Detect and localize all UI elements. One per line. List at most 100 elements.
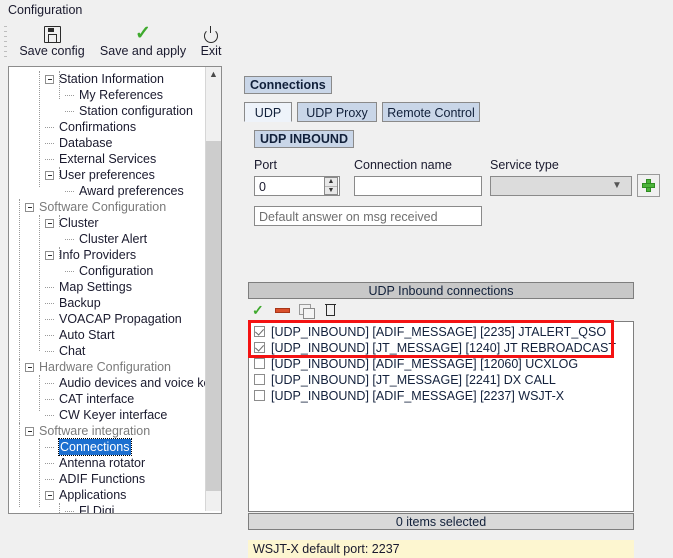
default-answer-input[interactable]: Default answer on msg received — [254, 206, 482, 226]
tree-branch-line — [65, 239, 74, 241]
add-connection-button[interactable] — [637, 174, 660, 197]
tree-scrollbar[interactable]: ▲ — [205, 67, 221, 511]
list-item-checkbox[interactable] — [254, 358, 265, 369]
power-icon — [193, 24, 229, 44]
connection-name-label: Connection name — [354, 158, 452, 172]
tree-branch-line — [65, 191, 74, 193]
tree-scrollbar-thumb[interactable] — [206, 141, 221, 491]
service-type-label: Service type — [490, 158, 559, 172]
collapse-box-icon[interactable] — [45, 75, 54, 84]
sidebar-item-label: Cluster Alert — [79, 232, 148, 246]
tree-branch-line — [65, 111, 74, 113]
tree-branch-line — [45, 351, 54, 353]
connection-name-input[interactable] — [354, 176, 482, 196]
collapse-box-icon[interactable] — [45, 491, 54, 500]
sidebar-item-label: Map Settings — [59, 280, 132, 294]
page-title: Connections — [244, 76, 332, 94]
exit-button[interactable]: Exit — [193, 24, 229, 62]
tree-branch-line — [65, 95, 74, 97]
tab-remote-control[interactable]: Remote Control — [382, 102, 480, 122]
sidebar-item-label: Station configuration — [79, 104, 193, 118]
chevron-down-icon: ▼ — [612, 180, 622, 191]
tab-udp-proxy[interactable]: UDP Proxy — [297, 102, 377, 122]
sidebar-item-label: Confirmations — [59, 120, 137, 134]
exit-label: Exit — [200, 44, 222, 58]
tree-connector-line — [59, 503, 60, 513]
tree-branch-line — [45, 463, 54, 465]
tree-connector-line — [39, 215, 40, 351]
tree-branch-line — [45, 143, 54, 145]
save-and-apply-button[interactable]: ✓ Save and apply — [96, 24, 190, 62]
sidebar-item-label: Info Providers — [59, 248, 137, 262]
copy-icon — [299, 304, 315, 319]
sidebar-item-label: Software integration — [39, 424, 151, 438]
sidebar-item-label: Station Information — [59, 72, 164, 86]
udp-inbound-connections-list[interactable]: [UDP_INBOUND] [ADIF_MESSAGE] [2235] JTAL… — [248, 321, 634, 512]
window-title: Configuration — [8, 3, 83, 17]
stepper-up-icon[interactable]: ▲ — [325, 178, 337, 186]
sidebar-item-label: External Services — [59, 152, 157, 166]
list-item-label: [UDP_INBOUND] [JT_MESSAGE] [1240] JT REB… — [271, 341, 616, 355]
list-item-checkbox[interactable] — [254, 342, 265, 353]
window-title-bar: Configuration — [0, 0, 673, 22]
tree-connector-line — [19, 359, 20, 427]
toolbar-gripper[interactable] — [4, 26, 7, 60]
enable-selected-button[interactable]: ✓ — [250, 301, 270, 319]
tree-connector-line — [39, 375, 40, 411]
tree-connector-line — [39, 71, 40, 187]
sidebar-item-label: Award preferences — [79, 184, 184, 198]
list-item-checkbox[interactable] — [254, 326, 265, 337]
status-bar: 0 items selected — [248, 513, 634, 530]
sidebar-item-label: Chat — [59, 344, 86, 358]
list-toolbar: ✓ — [248, 301, 634, 321]
collapse-box-icon[interactable] — [25, 363, 34, 372]
collapse-box-icon[interactable] — [45, 251, 54, 260]
tab-udp[interactable]: UDP — [244, 102, 292, 122]
tree-branch-line — [45, 127, 54, 129]
tree-branch-line — [45, 479, 54, 481]
stepper-down-icon[interactable]: ▼ — [325, 186, 337, 195]
floppy-disk-icon — [12, 24, 92, 44]
sidebar-item-label: VOACAP Propagation — [59, 312, 182, 326]
list-item-checkbox[interactable] — [254, 374, 265, 385]
sidebar-item-label: Antenna rotator — [59, 456, 146, 470]
chevron-up-icon[interactable]: ▲ — [206, 67, 221, 82]
main-toolbar: Save config ✓ Save and apply Exit — [0, 22, 673, 64]
delete-selected-button[interactable] — [321, 301, 341, 319]
sidebar-item-label: My References — [79, 88, 164, 102]
tree-branch-line — [45, 447, 54, 449]
disable-selected-button[interactable] — [273, 301, 293, 319]
service-type-select[interactable] — [490, 176, 632, 196]
save-config-label: Save config — [19, 44, 85, 58]
sidebar-item-label: Auto Start — [59, 328, 115, 342]
collapse-box-icon[interactable] — [25, 427, 34, 436]
tree-branch-line — [65, 271, 74, 273]
collapse-box-icon[interactable] — [45, 171, 54, 180]
sidebar-item-label: ADIF Functions — [59, 472, 146, 486]
collapse-box-icon[interactable] — [45, 219, 54, 228]
tree-branch-line — [65, 511, 74, 513]
tree-connector-line — [59, 167, 60, 179]
list-item-checkbox[interactable] — [254, 390, 265, 401]
tree-branch-line — [45, 415, 54, 417]
save-and-apply-label: Save and apply — [99, 44, 187, 58]
tree-branch-line — [45, 399, 54, 401]
main-content: Connections UDP UDP Proxy Remote Control… — [240, 70, 668, 558]
port-stepper[interactable]: ▲ ▼ — [324, 177, 338, 195]
collapse-box-icon[interactable] — [25, 203, 34, 212]
configuration-tree[interactable]: Station Information My References Station … — [8, 66, 222, 514]
section-title-udp-inbound: UDP INBOUND — [254, 130, 354, 148]
list-item-label: [UDP_INBOUND] [ADIF_MESSAGE] [2237] WSJT… — [271, 389, 565, 403]
sidebar-item-label: Hardware Configuration — [39, 360, 172, 374]
duplicate-selected-button[interactable] — [296, 301, 316, 319]
green-check-icon: ✓ — [252, 302, 264, 318]
trash-icon — [325, 303, 336, 316]
sidebar-item-label: Connections — [58, 438, 132, 456]
list-item-label: [UDP_INBOUND] [JT_MESSAGE] [2241] DX CAL… — [271, 373, 556, 387]
sidebar-item-label: Applications — [59, 488, 127, 502]
tree-branch-line — [45, 335, 54, 337]
tree-branch-line — [45, 287, 54, 289]
save-config-button[interactable]: Save config — [12, 24, 92, 62]
tree-branch-line — [45, 159, 54, 161]
tree-connector-line — [59, 247, 60, 259]
